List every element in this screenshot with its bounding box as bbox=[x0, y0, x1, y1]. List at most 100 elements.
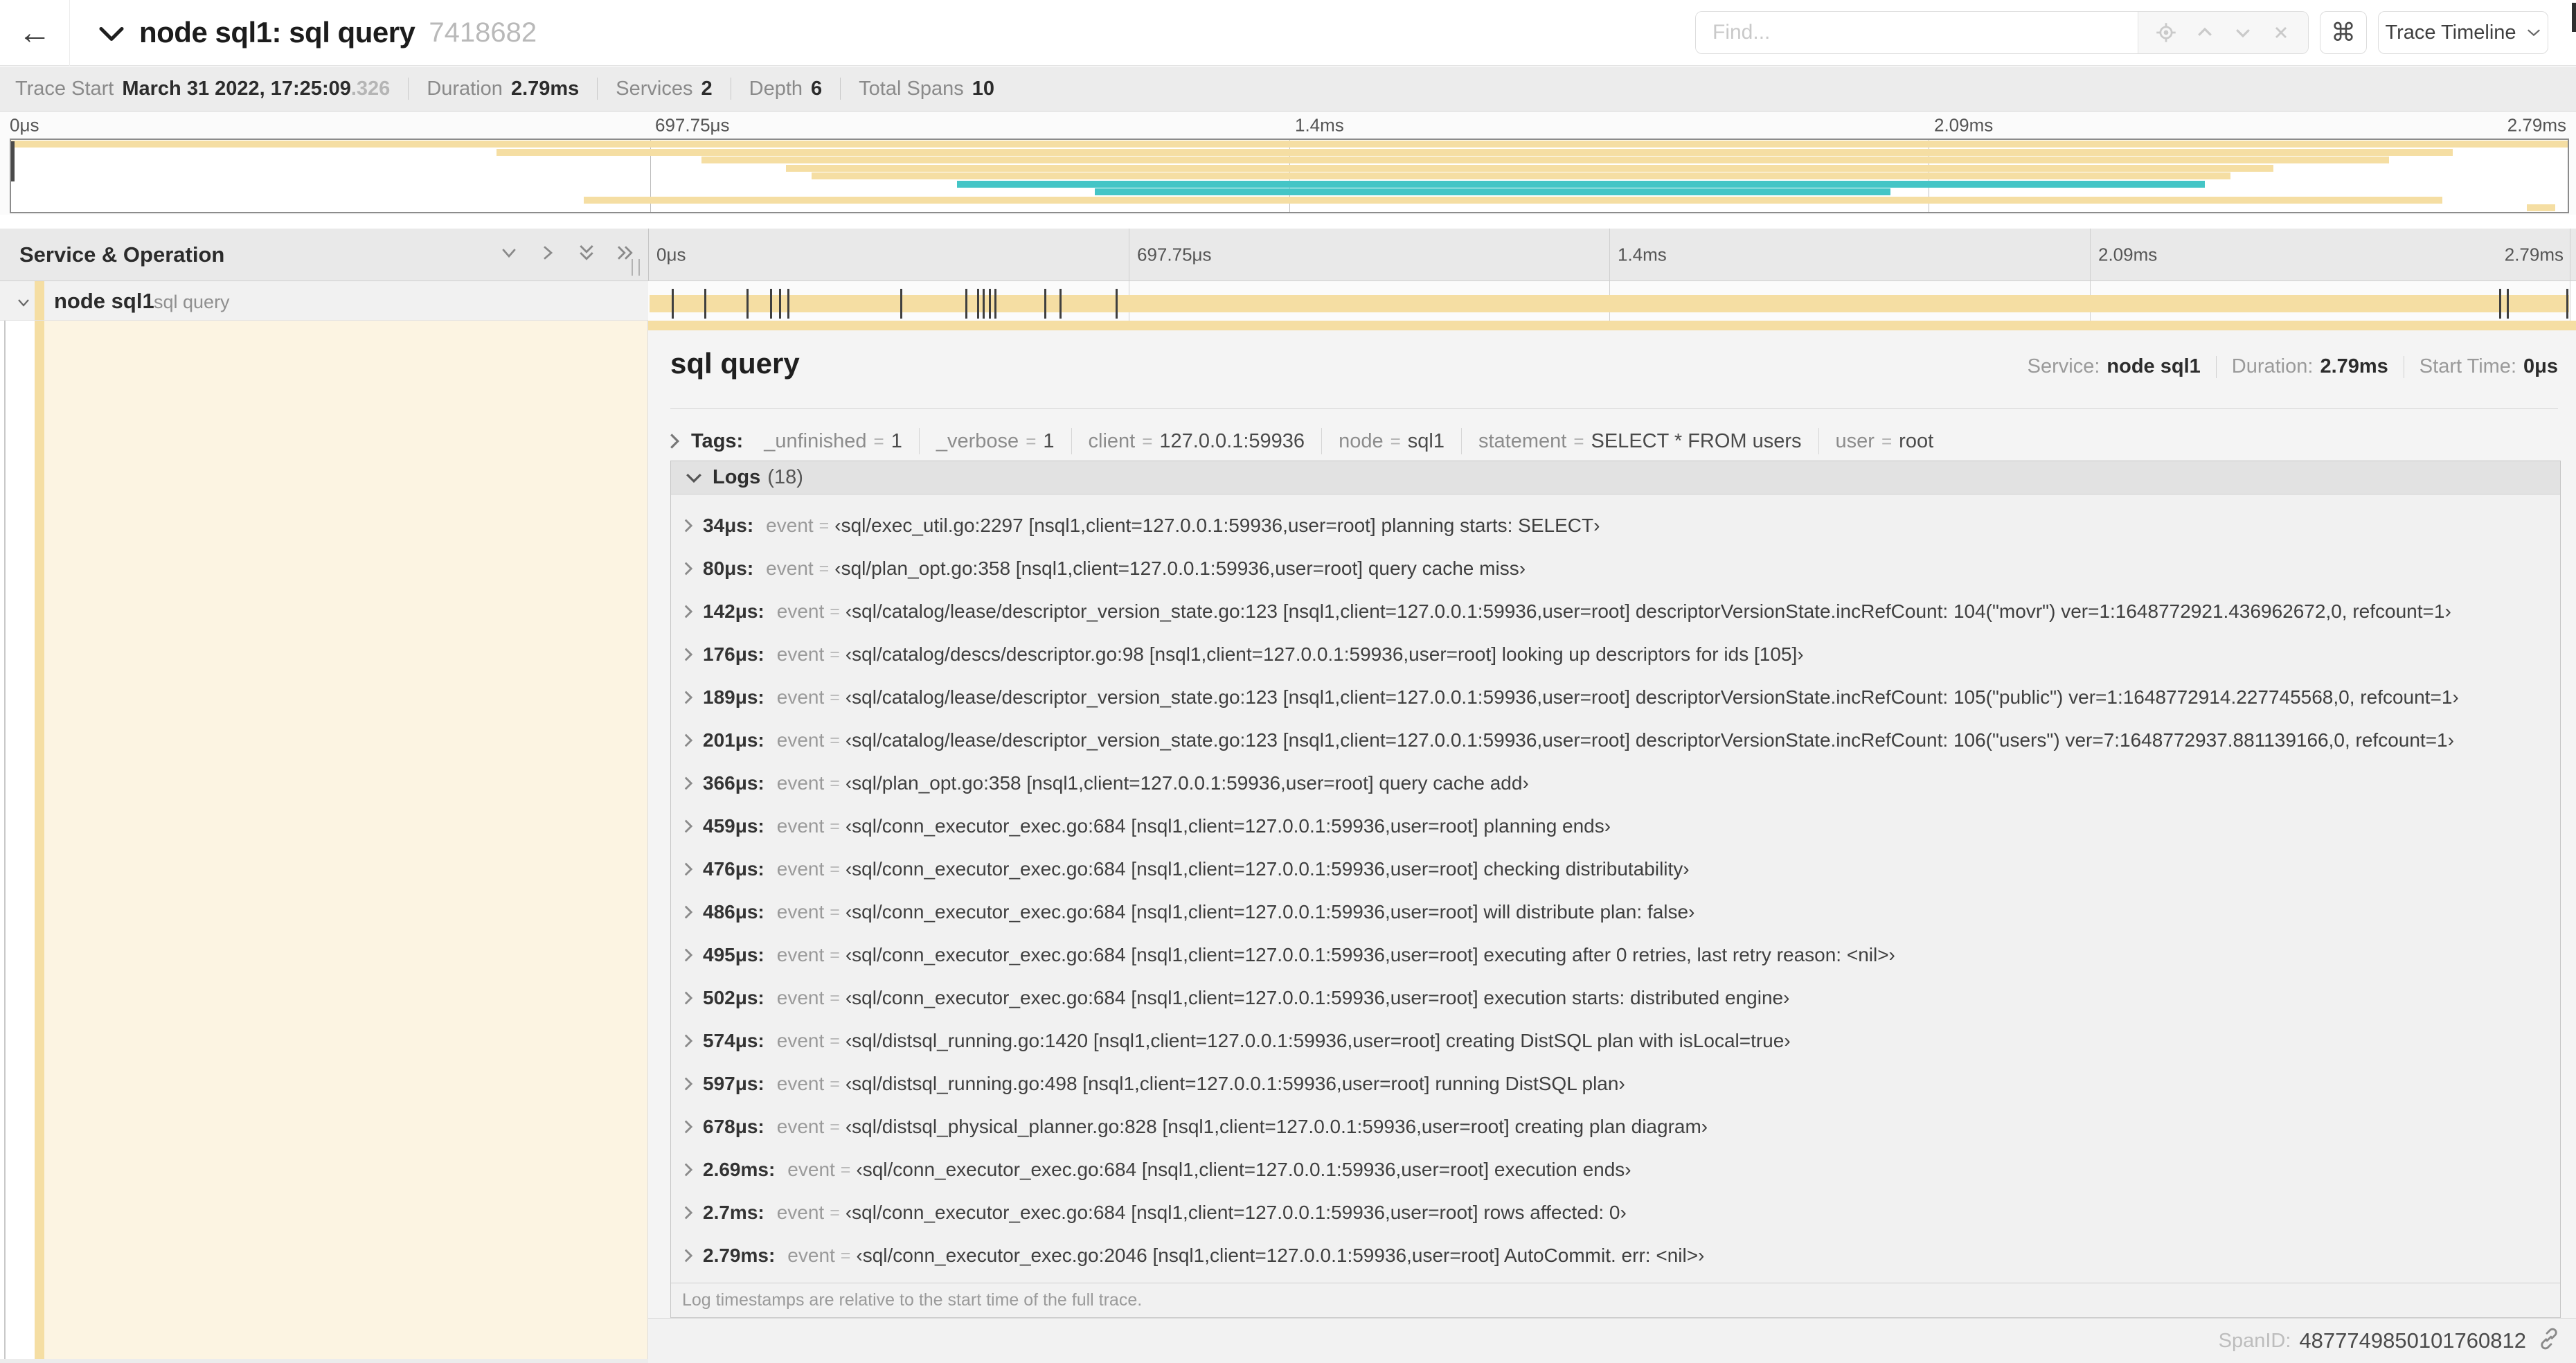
trace-page-header: ← node sql1: sql query 7418682 Find... ⌘… bbox=[0, 0, 2576, 66]
log-field-key: event bbox=[787, 1159, 835, 1180]
log-entry[interactable]: 2.7ms: event = ‹sql/conn_executor_exec.go:6… bbox=[671, 1191, 2560, 1234]
chevron-right-icon bbox=[670, 434, 680, 449]
log-entry[interactable]: 80μs: event = ‹sql/plan_opt.go:358 [nsql1,c… bbox=[671, 547, 2560, 590]
chevron-right-icon bbox=[684, 605, 693, 618]
log-entry[interactable]: 142μs: event = ‹sql/catalog/lease/descripto… bbox=[671, 590, 2560, 633]
tag-item: client = 127.0.0.1:59936 bbox=[1088, 429, 1305, 452]
find-group bbox=[1695, 11, 2309, 54]
log-field-key: event bbox=[776, 772, 825, 794]
tag-value: sql1 bbox=[1407, 429, 1444, 452]
minimap-tick: 2.79ms bbox=[2507, 114, 2566, 135]
log-event-marker[interactable] bbox=[2507, 289, 2510, 319]
log-entry[interactable]: 189μs: event = ‹sql/catalog/lease/descripto… bbox=[671, 676, 2560, 719]
find-prev-icon[interactable] bbox=[2194, 22, 2215, 43]
log-entry[interactable]: 176μs: event = ‹sql/catalog/descs/descripto… bbox=[671, 633, 2560, 676]
detail-top-accent bbox=[648, 321, 2576, 330]
log-entry[interactable]: 678μs: event = ‹sql/distsql_physical_planne… bbox=[671, 1105, 2560, 1148]
log-entry[interactable]: 366μs: event = ‹sql/plan_opt.go:358 [nsql1,… bbox=[671, 762, 2560, 805]
log-event-marker[interactable] bbox=[672, 289, 674, 319]
chevron-right-icon bbox=[684, 862, 693, 876]
log-entry[interactable]: 476μs: event = ‹sql/conn_executor_exec.go:6… bbox=[671, 848, 2560, 891]
tag-key: client bbox=[1088, 429, 1136, 452]
command-icon: ⌘ bbox=[2331, 18, 2356, 46]
log-timestamp: 142μs: bbox=[703, 600, 764, 622]
span-id-value: 4877749850101760812 bbox=[2299, 1328, 2526, 1353]
log-field-key: event bbox=[776, 901, 825, 923]
depth-value: 6 bbox=[811, 77, 823, 100]
chevron-right-icon bbox=[684, 1120, 693, 1134]
trace-start-millis: .326 bbox=[350, 77, 391, 100]
keyboard-shortcuts-button[interactable]: ⌘ bbox=[2320, 11, 2367, 54]
minimap-chart[interactable] bbox=[10, 139, 2569, 213]
log-event-marker[interactable] bbox=[787, 289, 789, 319]
span-row-name-cell[interactable]: node sql1 sql query bbox=[0, 281, 648, 321]
start-time-stat-value: 0μs bbox=[2523, 355, 2558, 377]
log-field-key: event bbox=[776, 1202, 825, 1223]
minimap-axis: 0μs 697.75μs 1.4ms 2.09ms 2.79ms bbox=[0, 112, 2576, 139]
log-field-value: ‹sql/conn_executor_exec.go:684 [nsql1,cl… bbox=[845, 901, 1695, 923]
log-entry[interactable]: 459μs: event = ‹sql/conn_executor_exec.go:6… bbox=[671, 805, 2560, 848]
match-highlight-icon[interactable] bbox=[2156, 22, 2176, 43]
services-label: Services bbox=[616, 77, 693, 100]
log-event-marker[interactable] bbox=[746, 289, 749, 319]
column-resize-grip[interactable] bbox=[632, 259, 640, 276]
log-event-marker[interactable] bbox=[994, 289, 996, 319]
minimap-tick: 0μs bbox=[10, 114, 39, 135]
axis-tick: 2.09ms bbox=[2098, 244, 2158, 265]
minimap-scrubber-handle[interactable] bbox=[11, 141, 15, 181]
chevron-down-icon bbox=[686, 473, 701, 483]
log-entry[interactable]: 2.79ms: event = ‹sql/conn_executor_exec.go:… bbox=[671, 1234, 2560, 1277]
log-event-marker[interactable] bbox=[779, 289, 782, 319]
log-event-marker[interactable] bbox=[988, 289, 991, 319]
find-input[interactable] bbox=[1696, 12, 2138, 53]
log-field-value: ‹sql/plan_opt.go:358 [nsql1,client=127.0… bbox=[845, 772, 1529, 794]
log-event-marker[interactable] bbox=[983, 289, 985, 319]
span-color-accent bbox=[35, 281, 44, 320]
find-clear-icon[interactable] bbox=[2271, 23, 2291, 42]
span-row[interactable]: node sql1 sql query bbox=[0, 281, 2576, 321]
minimap-span-bar bbox=[957, 180, 2205, 188]
log-event-marker[interactable] bbox=[2566, 289, 2569, 319]
collapse-one-icon[interactable] bbox=[499, 242, 519, 268]
collapse-trace-chevron-icon[interactable] bbox=[99, 24, 124, 46]
span-detail-stats: Service: node sql1 Duration: 2.79ms Star… bbox=[2028, 355, 2558, 378]
total-spans-value: 10 bbox=[972, 77, 994, 100]
log-field-key: event bbox=[776, 686, 825, 708]
deep-link-icon[interactable] bbox=[2537, 1327, 2561, 1355]
log-event-marker[interactable] bbox=[2499, 289, 2502, 319]
log-entry[interactable]: 201μs: event = ‹sql/catalog/lease/descripto… bbox=[671, 719, 2560, 762]
view-dropdown-button[interactable]: Trace Timeline bbox=[2378, 11, 2548, 54]
chevron-right-icon bbox=[684, 733, 693, 747]
log-entry[interactable]: 574μs: event = ‹sql/distsql_running.go:1420… bbox=[671, 1019, 2560, 1062]
find-next-icon[interactable] bbox=[2233, 22, 2253, 43]
trace-minimap[interactable]: 0μs 697.75μs 1.4ms 2.09ms 2.79ms bbox=[0, 112, 2576, 215]
log-entry[interactable]: 597μs: event = ‹sql/distsql_running.go:498 … bbox=[671, 1062, 2560, 1105]
back-arrow-button[interactable]: ← bbox=[0, 14, 69, 52]
logs-header[interactable]: Logs (18) bbox=[671, 461, 2560, 495]
log-entry[interactable]: 34μs: event = ‹sql/exec_util.go:2297 [nsql1… bbox=[671, 504, 2560, 547]
minimap-span-bar bbox=[2526, 204, 2555, 211]
log-event-marker[interactable] bbox=[1115, 289, 1118, 319]
minimap-span-bar bbox=[785, 164, 2274, 172]
log-event-marker[interactable] bbox=[977, 289, 979, 319]
log-event-marker[interactable] bbox=[1059, 289, 1062, 319]
span-row-timeline-cell[interactable] bbox=[648, 281, 2570, 321]
log-event-marker[interactable] bbox=[704, 289, 707, 319]
collapse-all-icon[interactable] bbox=[576, 242, 597, 268]
tags-row[interactable]: Tags: _unfinished = 1 _verbose = 1 client = 127.… bbox=[669, 422, 2558, 461]
start-time-stat-label: Start Time: bbox=[2419, 355, 2516, 377]
scrollbar-thumb[interactable] bbox=[2572, 3, 2576, 32]
log-event-marker[interactable] bbox=[965, 289, 968, 319]
log-event-marker[interactable] bbox=[900, 289, 903, 319]
log-entry[interactable]: 2.69ms: event = ‹sql/conn_executor_exec.go:… bbox=[671, 1148, 2560, 1191]
log-event-marker[interactable] bbox=[769, 289, 772, 319]
log-entry[interactable]: 502μs: event = ‹sql/conn_executor_exec.go:6… bbox=[671, 977, 2560, 1019]
log-entry[interactable]: 495μs: event = ‹sql/conn_executor_exec.go:6… bbox=[671, 934, 2560, 977]
span-collapse-chevron-icon[interactable] bbox=[15, 294, 32, 316]
log-event-marker[interactable] bbox=[1044, 289, 1047, 319]
log-timestamp: 2.69ms: bbox=[703, 1159, 776, 1180]
log-entry[interactable]: 486μs: event = ‹sql/conn_executor_exec.go:6… bbox=[671, 891, 2560, 934]
expand-one-icon[interactable] bbox=[537, 242, 558, 268]
span-duration-bar[interactable] bbox=[650, 289, 2569, 319]
log-timestamp: 678μs: bbox=[703, 1116, 764, 1137]
